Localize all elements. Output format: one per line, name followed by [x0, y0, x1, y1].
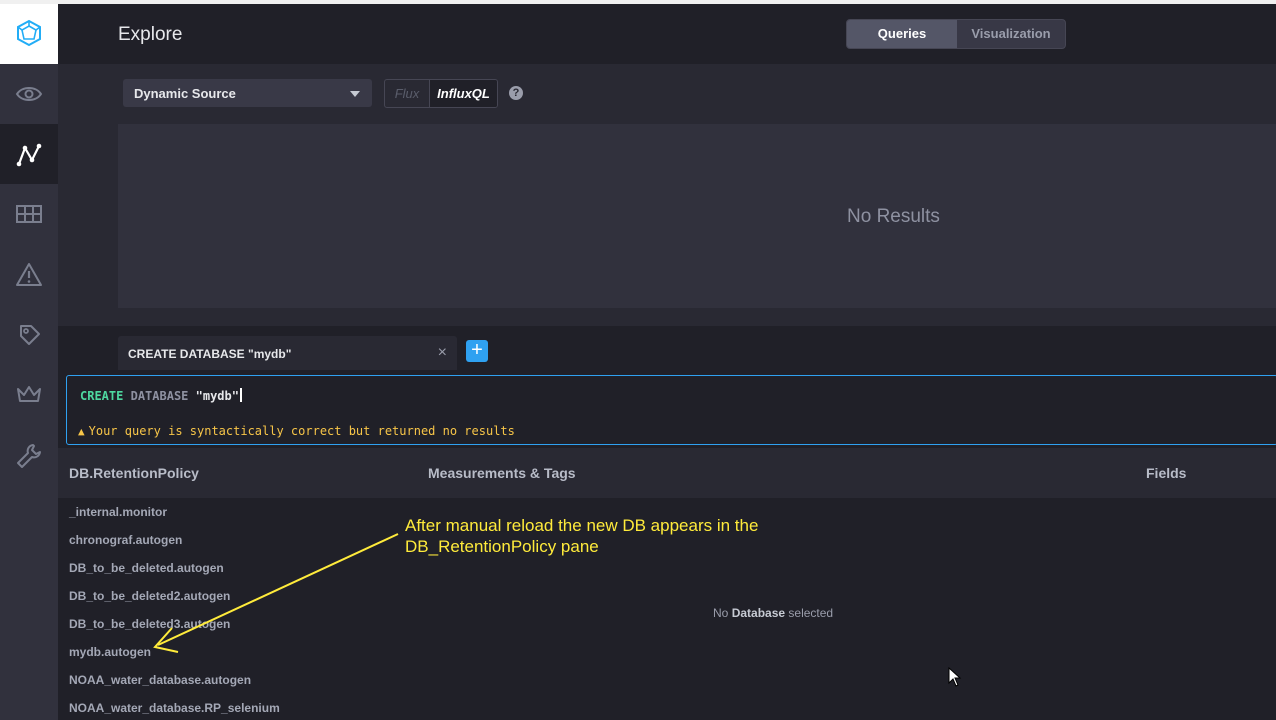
annotation-text: After manual reload the new DB appears i… — [405, 516, 759, 556]
mouse-cursor-icon — [948, 667, 962, 687]
annotation-arrow — [153, 533, 399, 653]
